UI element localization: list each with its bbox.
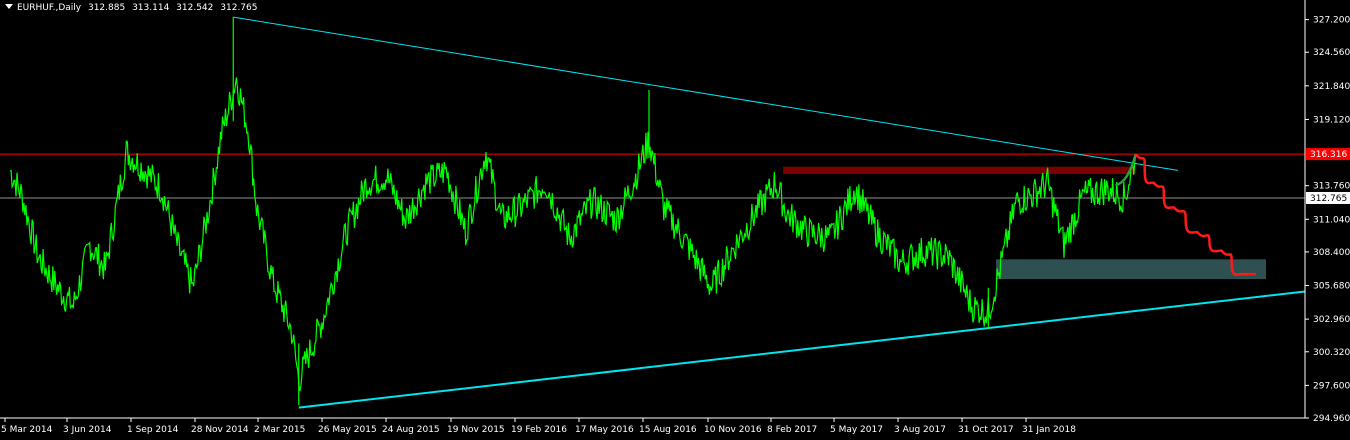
close-value: 312.765	[220, 3, 258, 13]
time-tick-label: 17 May 2016	[575, 425, 634, 435]
resistance-price-label: 316.316	[1310, 150, 1347, 160]
price-tick-label: 300.320	[1313, 348, 1350, 358]
time-tick-label: 3 Aug 2017	[894, 425, 946, 435]
time-tick-label: 1 Sep 2014	[127, 425, 179, 435]
time-tick-label: 28 Nov 2014	[191, 425, 249, 435]
open-value: 312.885	[87, 3, 126, 13]
time-tick-label: 8 Feb 2017	[767, 425, 817, 435]
lower-trendline	[298, 290, 1306, 409]
support-zone	[996, 259, 1266, 280]
time-tick-label: 2 Mar 2015	[254, 425, 305, 435]
price-tick-label: 327.200	[1313, 16, 1350, 26]
price-chart[interactable]: 327.200 324.560 321.840 319.120 313.760 311.0…	[0, 0, 1350, 440]
price-tick-label: 308.400	[1313, 248, 1350, 258]
low-value: 312.542	[176, 3, 214, 13]
time-tick-label: 31 Jan 2018	[1022, 425, 1076, 435]
time-axis: 5 Mar 2014 3 Jun 2014 1 Sep 2014 28 Nov 201…	[0, 417, 1305, 435]
price-tick-label: 319.120	[1313, 115, 1350, 125]
high-value: 313.114	[132, 3, 170, 13]
projection-down-line	[1134, 153, 1256, 276]
price-tick-label: 311.040	[1313, 215, 1350, 225]
time-tick-label: 5 Mar 2014	[1, 425, 53, 435]
time-tick-label: 24 Aug 2015	[382, 425, 440, 435]
price-tick-label: 321.840	[1313, 82, 1350, 92]
price-tick-label: 313.760	[1313, 182, 1350, 192]
time-tick-label: 15 Aug 2016	[639, 425, 697, 435]
upper-trendline	[233, 16, 1178, 171]
time-tick-label: 19 Nov 2015	[447, 425, 505, 435]
symbol-label: EURHUF.,Daily	[17, 3, 82, 13]
current-price-label: 312.765	[1310, 194, 1347, 204]
price-tick-label: 294.960	[1313, 414, 1350, 424]
time-tick-label: 10 Nov 2016	[704, 425, 762, 435]
chart-header: EURHUF.,Daily 312.885 313.114 312.542 31…	[5, 3, 257, 13]
plot-area	[0, 16, 1306, 409]
resistance-zone	[783, 166, 1136, 175]
price-tick-label: 297.600	[1313, 381, 1350, 391]
price-axis: 327.200 324.560 321.840 319.120 313.760 311.0…	[1304, 0, 1350, 424]
time-tick-label: 31 Oct 2017	[958, 425, 1014, 435]
price-tick-label: 302.960	[1313, 315, 1350, 325]
price-tick-label: 305.680	[1313, 282, 1350, 292]
time-tick-label: 19 Feb 2016	[511, 425, 567, 435]
time-tick-label: 5 May 2017	[830, 425, 883, 435]
price-tick-label: 324.560	[1313, 48, 1350, 58]
collapse-triangle-icon[interactable]	[5, 4, 13, 9]
time-tick-label: 26 May 2015	[318, 425, 377, 435]
time-tick-label: 3 Jun 2014	[63, 425, 112, 435]
price-series-line	[9, 77, 1137, 392]
